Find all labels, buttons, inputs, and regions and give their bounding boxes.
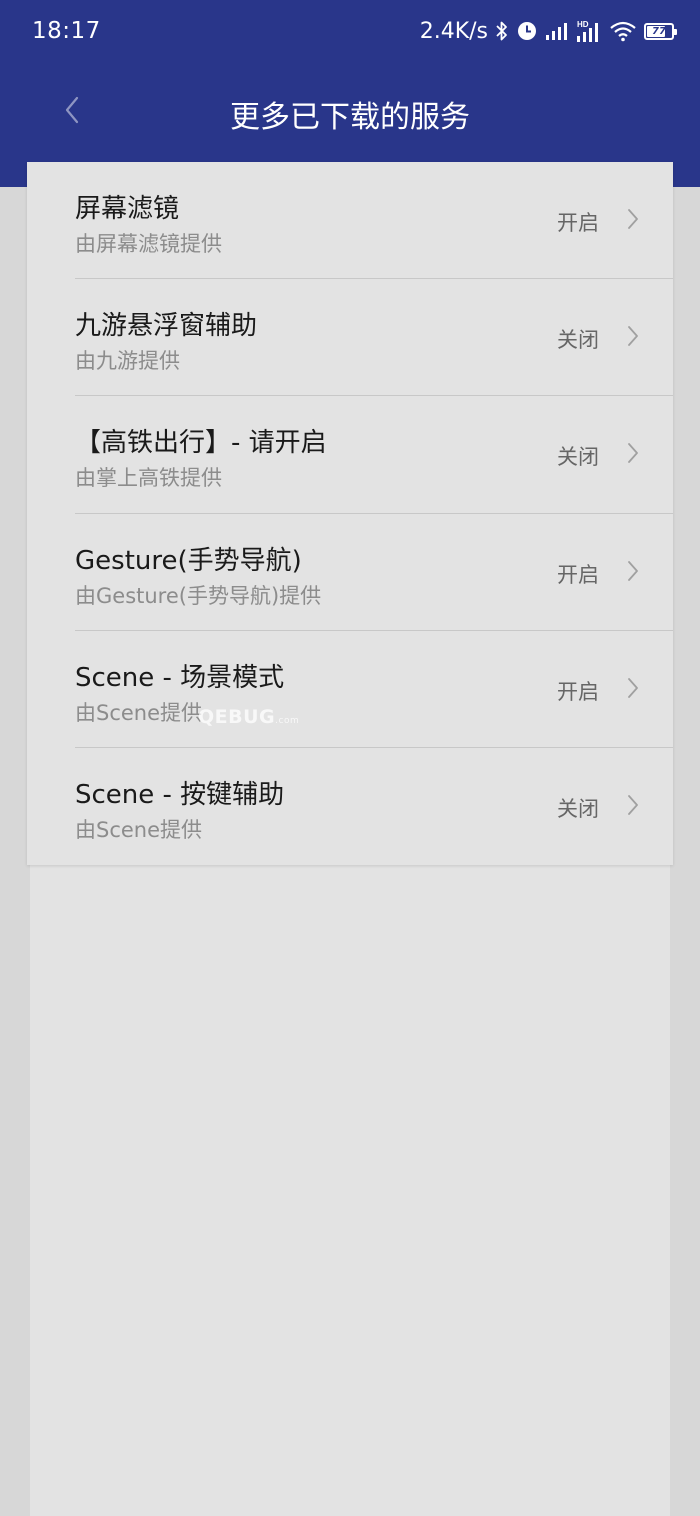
status-time: 18:17 xyxy=(32,18,101,44)
service-provider: 由屏幕滤镜提供 xyxy=(75,232,222,256)
service-provider: 由九游提供 xyxy=(75,349,180,374)
service-name: Scene - 场景模式 xyxy=(75,662,285,693)
service-provider: 由Scene提供 xyxy=(75,817,203,842)
status-icons: 2.4K/s HD 77 xyxy=(419,16,677,46)
service-row-key-assist[interactable]: Scene - 按键辅助 由Scene提供 关闭 xyxy=(27,748,673,865)
service-provider: 由Gesture(手势导航)提供 xyxy=(75,583,322,608)
service-status: 开启 xyxy=(557,562,599,587)
service-row-scene-mode[interactable]: Scene - 场景模式 由Scene提供 开启 xyxy=(27,631,673,748)
service-row-high-speed-rail[interactable]: 【高铁出行】- 请开启 由掌上高铁提供 关闭 xyxy=(27,396,673,514)
service-name: Gesture(手势导航) xyxy=(75,545,302,576)
service-name: Scene - 按键辅助 xyxy=(75,779,285,810)
chevron-right-icon xyxy=(627,442,639,468)
service-row-gesture[interactable]: Gesture(手势导航) 由Gesture(手势导航)提供 开启 xyxy=(27,514,673,631)
service-status: 关闭 xyxy=(557,328,599,353)
service-provider: 由掌上高铁提供 xyxy=(75,466,222,491)
service-provider: 由Scene提供 xyxy=(75,700,203,725)
chevron-right-icon xyxy=(627,677,639,703)
service-status: 开启 xyxy=(557,679,599,704)
page-title: 更多已下载的服务 xyxy=(230,100,470,135)
chevron-right-icon xyxy=(627,794,639,820)
chevron-right-icon xyxy=(627,560,639,586)
service-name: 【高铁出行】- 请开启 xyxy=(75,428,327,459)
network-speed: 2.4K/s xyxy=(419,18,488,44)
battery-level: 77 xyxy=(652,25,666,37)
alarm-icon xyxy=(516,20,538,42)
service-status: 关闭 xyxy=(557,445,599,470)
wifi-icon xyxy=(609,20,637,42)
status-bar: 18:17 2.4K/s HD 77 xyxy=(0,0,700,64)
hd-signal-icon: HD xyxy=(576,19,602,43)
service-row-screen-filter[interactable]: 屏幕滤镜 由屏幕滤镜提供 开启 xyxy=(27,162,673,280)
title-bar: 更多已下载的服务 xyxy=(0,64,700,162)
battery-icon: 77 xyxy=(644,22,677,40)
bluetooth-icon xyxy=(495,20,509,42)
svg-text:HD: HD xyxy=(577,20,589,29)
service-name: 九游悬浮窗辅助 xyxy=(75,311,258,342)
service-status: 关闭 xyxy=(557,796,599,821)
services-list: 屏幕滤镜 由屏幕滤镜提供 开启 九游悬浮窗辅助 由九游提供 关闭 【高铁出行】-… xyxy=(27,162,673,865)
chevron-right-icon xyxy=(627,325,639,351)
service-status: 开启 xyxy=(557,211,599,235)
service-row-jiuyou-float[interactable]: 九游悬浮窗辅助 由九游提供 关闭 xyxy=(27,279,673,397)
signal-icon xyxy=(545,21,569,41)
service-name: 屏幕滤镜 xyxy=(75,194,180,224)
chevron-right-icon xyxy=(627,208,639,234)
